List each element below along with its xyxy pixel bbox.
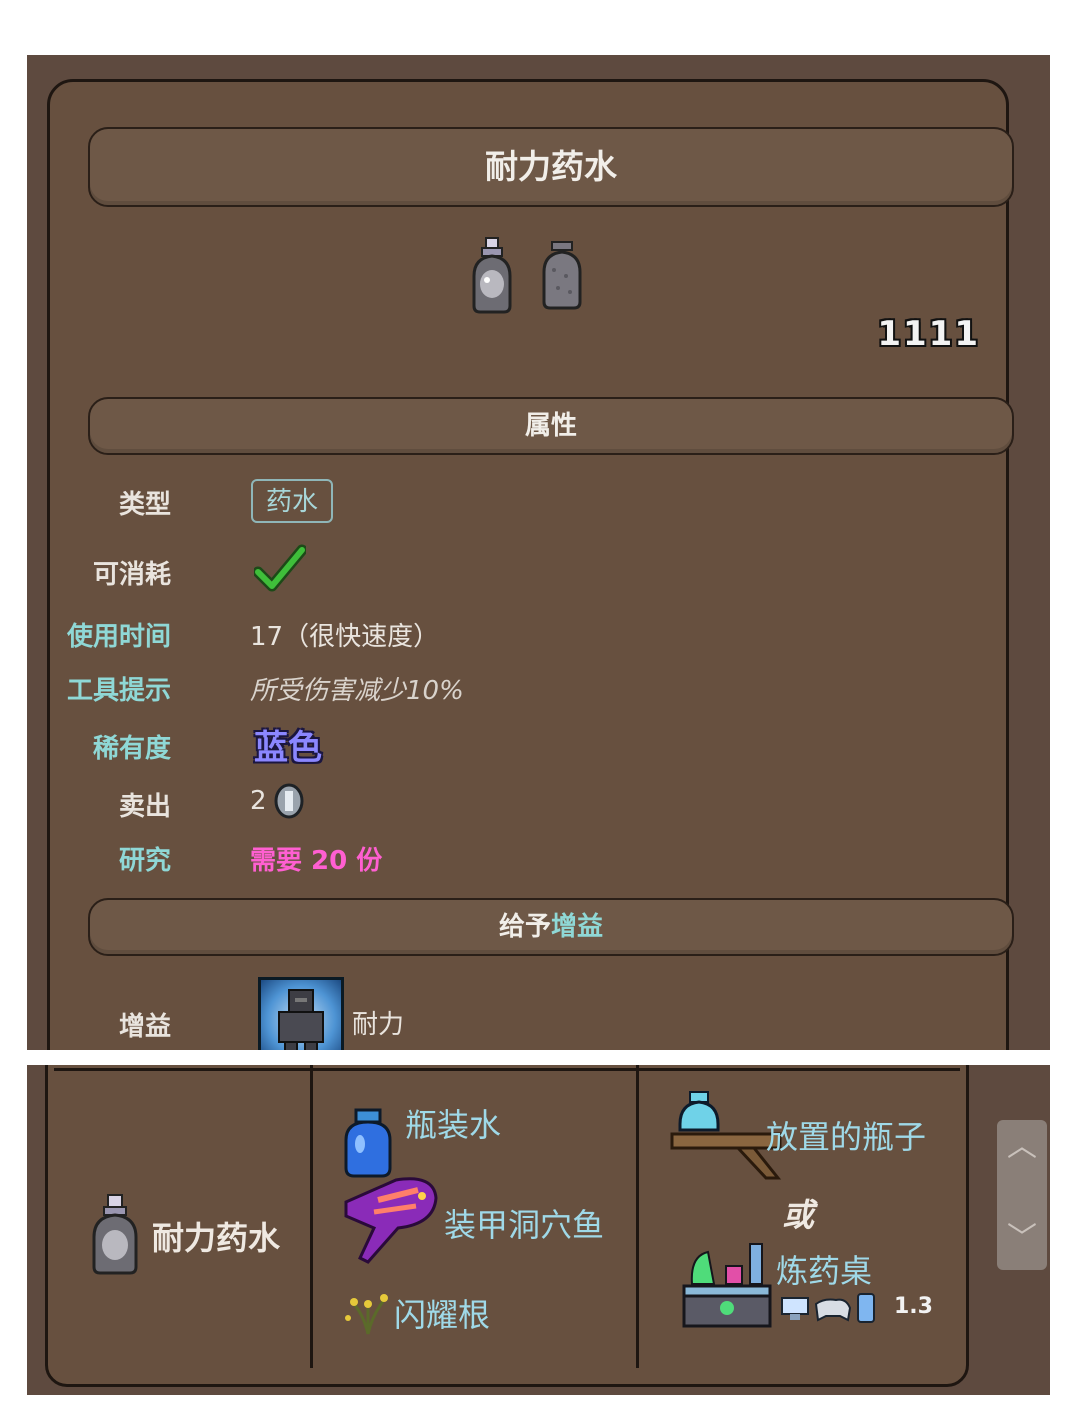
alchemy-table-icon	[682, 1243, 772, 1328]
recipe-table: 耐力药水 瓶装水 装甲洞穴鱼 闪耀根 放置的瓶子 或 炼药桌 1.3	[45, 1065, 969, 1387]
potion-bottle-icon-1	[472, 237, 512, 314]
scrollbar[interactable]: ︿ ﹀	[997, 1120, 1047, 1270]
armored-cavefish-icon	[344, 1177, 438, 1264]
item-info-panel: 耐力药水 1111 属性 类型 药水 可消耗 使用时间 17（很快速度） 工具提…	[27, 55, 1050, 1050]
chevron-down-icon[interactable]: ﹀	[997, 1224, 1047, 1254]
recipe-product[interactable]: 耐力药水	[152, 1213, 280, 1259]
chevron-up-icon[interactable]: ︿	[997, 1132, 1047, 1162]
checkmark-icon	[254, 544, 306, 592]
ingredient-shiverthorn[interactable]: 闪耀根	[394, 1290, 490, 1336]
desktop-platform-icon	[781, 1297, 809, 1320]
type-tag[interactable]: 药水	[251, 479, 333, 523]
silver-coin-icon	[274, 783, 304, 819]
item-info-frame: 耐力药水 1111 属性 类型 药水 可消耗 使用时间 17（很快速度） 工具提…	[47, 79, 1014, 1050]
buff-heading-prefix: 给予	[498, 912, 551, 942]
recipe-column-divider-2	[636, 1065, 639, 1368]
tooltip-value: 所受伤害减少10%	[250, 676, 464, 706]
endurance-buff-icon[interactable]	[258, 977, 344, 1050]
tooltip-label: 工具提示	[66, 676, 171, 706]
sell-value: 2	[250, 786, 267, 816]
buff-name[interactable]: 耐力	[352, 1004, 404, 1041]
mobile-platform-icon	[857, 1293, 875, 1323]
station-alchemy-table[interactable]: 炼药桌	[776, 1246, 872, 1292]
platform-icons	[781, 1293, 875, 1323]
recipe-panel: 耐力药水 瓶装水 装甲洞穴鱼 闪耀根 放置的瓶子 或 炼药桌 1.3 ︿ ﹀	[27, 1065, 1050, 1395]
bottled-water-icon	[344, 1108, 392, 1178]
ingredient-armored-cavefish[interactable]: 装甲洞穴鱼	[444, 1200, 604, 1246]
buff-label: 增益	[118, 1012, 171, 1042]
consumable-label: 可消耗	[92, 560, 171, 590]
attributes-heading: 属性	[524, 411, 577, 441]
use-time-label: 使用时间	[66, 622, 171, 652]
rarity-label: 稀有度	[92, 734, 171, 764]
potion-bottle-icon-2	[542, 241, 582, 310]
console-platform-icon	[814, 1298, 852, 1322]
research-label: 研究	[118, 846, 171, 876]
buff-heading-link[interactable]: 增益	[551, 912, 603, 942]
potion-bottle-icon	[92, 1194, 138, 1275]
rarity-value: 蓝色	[254, 728, 322, 768]
potion-bottle-icon	[472, 237, 582, 314]
use-time-value: 17（很快速度）	[250, 622, 440, 652]
item-count: 1111	[877, 314, 980, 354]
or-text: 或	[782, 1196, 815, 1234]
shiverthorn-root-icon	[345, 1294, 388, 1335]
item-title: 耐力药水	[485, 147, 617, 186]
buff-banner: 给予增益	[88, 898, 1014, 956]
item-title-banner: 耐力药水	[88, 127, 1014, 207]
attributes-banner: 属性	[88, 397, 1014, 455]
research-value: 需要 20 份	[250, 846, 383, 876]
ingredient-bottled-water[interactable]: 瓶装水	[405, 1100, 501, 1146]
recipe-column-divider-1	[310, 1065, 313, 1368]
station-placed-bottle[interactable]: 放置的瓶子	[766, 1112, 926, 1158]
version-badge: 1.3	[894, 1294, 933, 1319]
sell-label: 卖出	[118, 792, 171, 822]
type-label: 类型	[118, 490, 171, 520]
recipe-table-header-divider	[54, 1068, 960, 1071]
